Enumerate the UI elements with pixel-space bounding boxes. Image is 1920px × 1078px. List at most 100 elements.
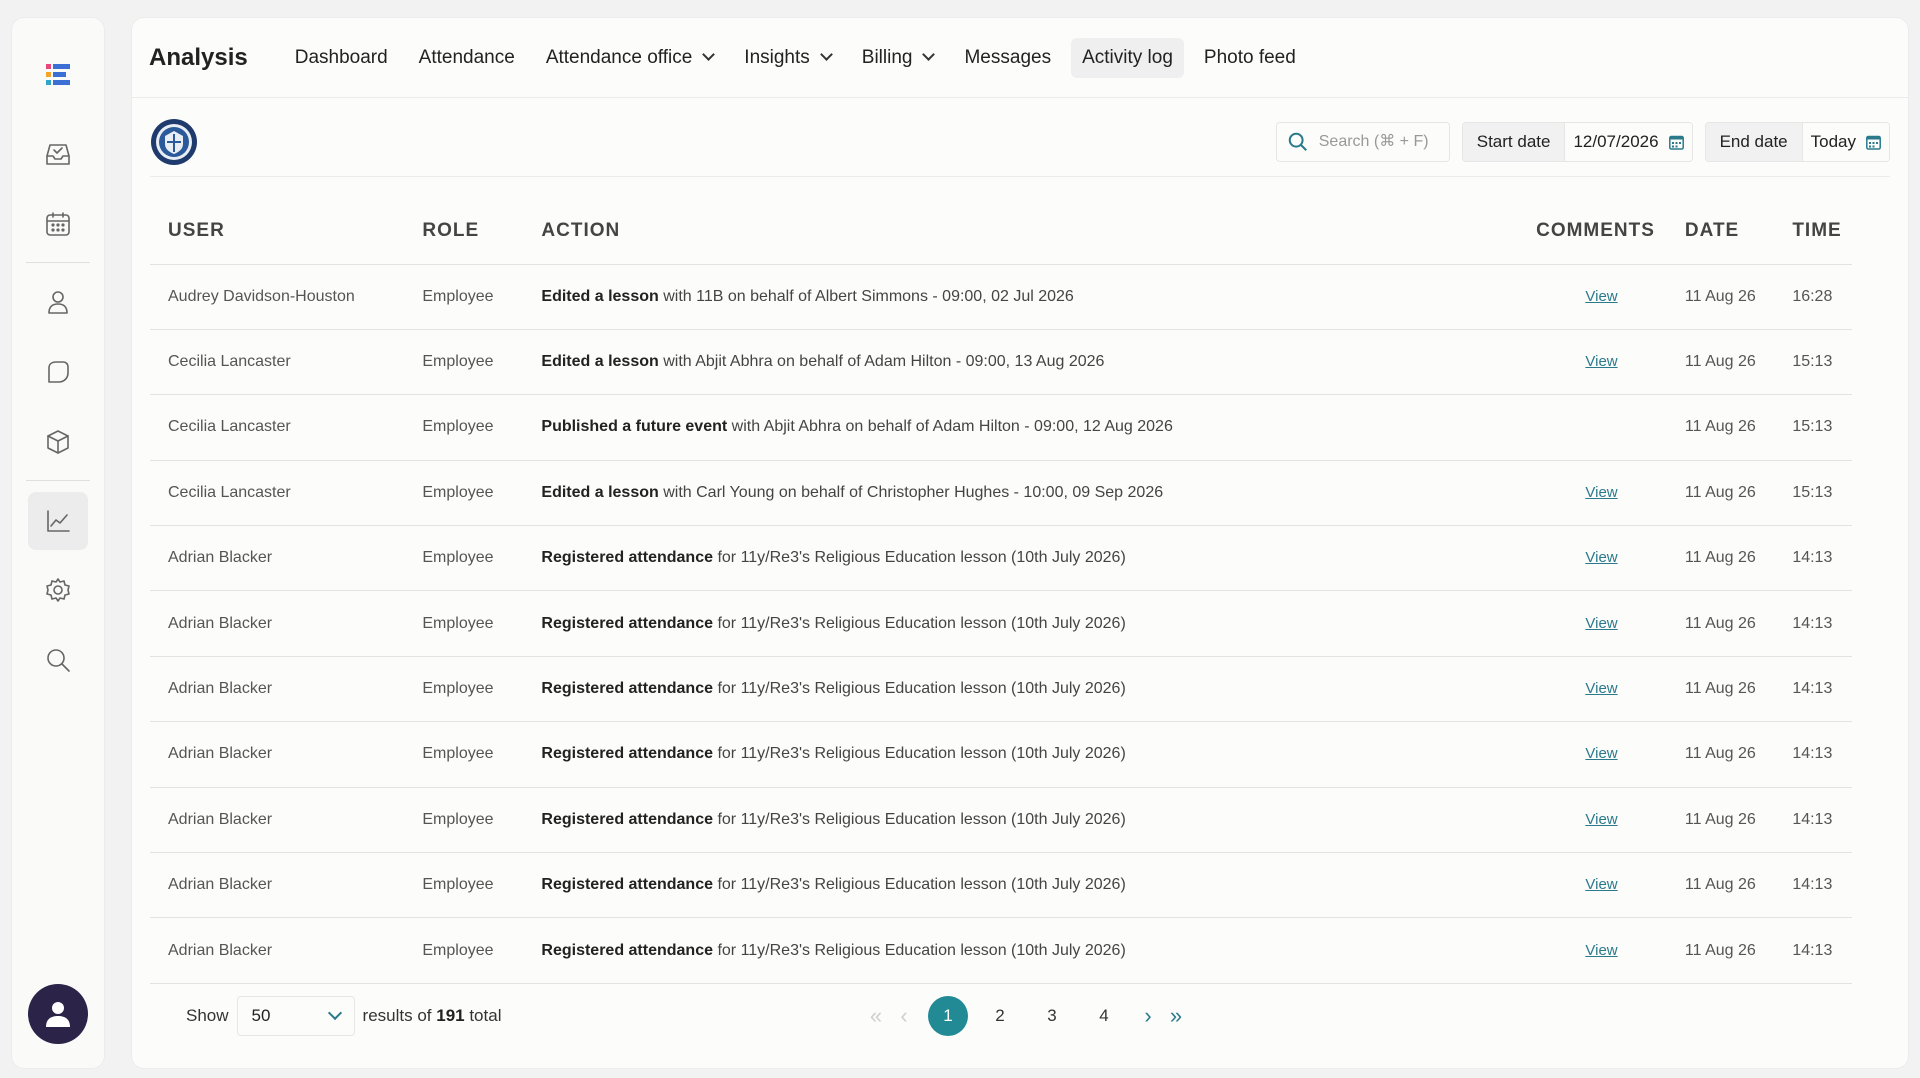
first-page-icon[interactable]: « bbox=[862, 1003, 890, 1029]
cell-action: Registered attendance for 11y/Re3's Reli… bbox=[523, 917, 1519, 984]
cell-action: Registered attendance for 11y/Re3's Reli… bbox=[523, 525, 1519, 592]
search-input[interactable] bbox=[1318, 133, 1439, 151]
cell-comments: View bbox=[1518, 590, 1667, 657]
view-comment-link[interactable]: View bbox=[1585, 745, 1617, 762]
cell-role: Employee bbox=[404, 460, 524, 527]
calendar-icon[interactable] bbox=[1668, 134, 1684, 150]
school-logo bbox=[151, 119, 197, 165]
nav-item-billing[interactable]: Billing bbox=[851, 38, 945, 78]
cell-user: Adrian Blacker bbox=[150, 721, 405, 788]
cell-user: Cecilia Lancaster bbox=[150, 460, 405, 527]
page-2-button[interactable]: 2 bbox=[980, 996, 1020, 1036]
pagination: « ‹ 1234 › » bbox=[862, 996, 1190, 1036]
cell-action: Registered attendance for 11y/Re3's Reli… bbox=[523, 721, 1519, 788]
column-header-time[interactable]: TIME bbox=[1774, 198, 1852, 265]
calendar-icon[interactable] bbox=[38, 204, 78, 244]
calendar-icon[interactable] bbox=[1866, 134, 1881, 150]
nav-item-label: Dashboard bbox=[294, 46, 388, 68]
action-detail: for 11y/Re3's Religious Education lesson… bbox=[713, 549, 1126, 567]
cell-time: 14:13 bbox=[1774, 917, 1852, 984]
cell-date: 11 Aug 26 bbox=[1666, 656, 1775, 723]
nav-item-photo-feed[interactable]: Photo feed bbox=[1193, 38, 1307, 78]
page-1-button[interactable]: 1 bbox=[928, 996, 968, 1036]
nav-item-label: Billing bbox=[861, 46, 913, 68]
action-detail: with 11B on behalf of Albert Simmons - 0… bbox=[658, 287, 1074, 305]
user-icon[interactable] bbox=[38, 282, 78, 322]
end-date-label: End date bbox=[1705, 123, 1803, 161]
cell-comments: View bbox=[1518, 852, 1667, 919]
cell-date: 11 Aug 26 bbox=[1666, 852, 1775, 919]
table-row: Adrian Blacker Employee Registered attenda… bbox=[150, 721, 1852, 788]
start-date-value[interactable]: 12/07/2026 bbox=[1565, 123, 1692, 161]
action-verb: Registered attendance bbox=[541, 614, 713, 632]
nav-item-messages[interactable]: Messages bbox=[953, 38, 1062, 78]
cell-user: Adrian Blacker bbox=[150, 852, 405, 919]
column-header-comments[interactable]: COMMENTS bbox=[1518, 198, 1667, 265]
view-comment-link[interactable]: View bbox=[1585, 484, 1617, 501]
page-size-value: 50 bbox=[251, 1006, 271, 1025]
action-detail: for 11y/Re3's Religious Education lesson… bbox=[713, 745, 1126, 763]
nav-item-attendance-office[interactable]: Attendance office bbox=[535, 38, 724, 78]
action-verb: Registered attendance bbox=[541, 549, 713, 567]
action-detail: for 11y/Re3's Religious Education lesson… bbox=[713, 876, 1126, 894]
cell-user: Audrey Davidson-Houston bbox=[150, 264, 405, 330]
view-comment-link[interactable]: View bbox=[1585, 353, 1617, 370]
table-row: Adrian Blacker Employee Registered attenda… bbox=[150, 656, 1852, 723]
column-header-date[interactable]: DATE bbox=[1666, 198, 1775, 265]
next-page-icon[interactable]: › bbox=[1134, 1003, 1162, 1029]
action-detail: with Abjit Abhra on behalf of Adam Hilto… bbox=[727, 418, 1173, 436]
action-detail: with Abjit Abhra on behalf of Adam Hilto… bbox=[658, 353, 1105, 371]
nav-item-activity-log[interactable]: Activity log bbox=[1071, 37, 1184, 78]
column-header-role[interactable]: ROLE bbox=[404, 198, 524, 265]
app-logo-icon[interactable] bbox=[46, 62, 70, 88]
nav-item-label: Activity log bbox=[1082, 46, 1173, 68]
view-comment-link[interactable]: View bbox=[1585, 811, 1617, 828]
results-suffix: total bbox=[464, 1006, 502, 1025]
chart-icon[interactable] bbox=[28, 492, 88, 550]
chevron-down-icon bbox=[819, 48, 833, 61]
view-comment-link[interactable]: View bbox=[1585, 549, 1617, 566]
cell-user: Cecilia Lancaster bbox=[150, 329, 405, 396]
nav-item-insights[interactable]: Insights bbox=[733, 38, 841, 78]
cell-action: Registered attendance for 11y/Re3's Reli… bbox=[523, 852, 1519, 919]
view-comment-link[interactable]: View bbox=[1585, 680, 1617, 697]
nav-item-dashboard[interactable]: Dashboard bbox=[284, 38, 399, 78]
previous-page-icon[interactable]: ‹ bbox=[890, 1003, 918, 1029]
box-icon[interactable] bbox=[38, 422, 78, 462]
action-verb: Edited a lesson bbox=[541, 483, 659, 501]
search-icon bbox=[1288, 132, 1307, 151]
search-icon[interactable] bbox=[38, 640, 78, 680]
action-verb: Registered attendance bbox=[541, 810, 713, 828]
action-verb: Edited a lesson bbox=[541, 287, 659, 305]
column-header-action[interactable]: ACTION bbox=[523, 198, 1519, 265]
inbox-check-icon[interactable] bbox=[38, 134, 78, 174]
action-verb: Registered attendance bbox=[541, 876, 713, 894]
user-avatar[interactable] bbox=[28, 984, 88, 1044]
nav-item-attendance[interactable]: Attendance bbox=[408, 38, 526, 78]
page-4-button[interactable]: 4 bbox=[1084, 996, 1124, 1036]
gear-icon[interactable] bbox=[38, 570, 78, 610]
cell-time: 14:13 bbox=[1774, 852, 1852, 919]
page-size-select[interactable]: 50 bbox=[236, 996, 355, 1036]
view-comment-link[interactable]: View bbox=[1585, 942, 1617, 959]
page-3-button[interactable]: 3 bbox=[1032, 996, 1072, 1036]
chat-icon[interactable] bbox=[38, 352, 78, 392]
action-detail: with Carl Young on behalf of Christopher… bbox=[658, 483, 1164, 501]
end-date-value[interactable]: Today bbox=[1802, 123, 1889, 161]
end-date-picker[interactable]: End date Today bbox=[1704, 122, 1890, 162]
cell-action: Registered attendance for 11y/Re3's Reli… bbox=[523, 590, 1519, 657]
cell-comments: View bbox=[1518, 787, 1667, 854]
start-date-picker[interactable]: Start date 12/07/2026 bbox=[1461, 122, 1693, 162]
cell-role: Employee bbox=[404, 264, 524, 330]
cell-time: 14:13 bbox=[1774, 525, 1852, 592]
view-comment-link[interactable]: View bbox=[1585, 288, 1617, 305]
sidebar-divider bbox=[26, 480, 90, 481]
last-page-icon[interactable]: » bbox=[1162, 1003, 1190, 1029]
cell-comments: View bbox=[1518, 329, 1667, 396]
action-detail: for 11y/Re3's Religious Education lesson… bbox=[713, 614, 1126, 632]
view-comment-link[interactable]: View bbox=[1585, 615, 1617, 632]
view-comment-link[interactable]: View bbox=[1585, 876, 1617, 893]
table-row: Adrian Blacker Employee Registered attenda… bbox=[150, 787, 1852, 854]
column-header-user[interactable]: USER bbox=[150, 198, 405, 265]
cell-time: 15:13 bbox=[1774, 329, 1852, 396]
